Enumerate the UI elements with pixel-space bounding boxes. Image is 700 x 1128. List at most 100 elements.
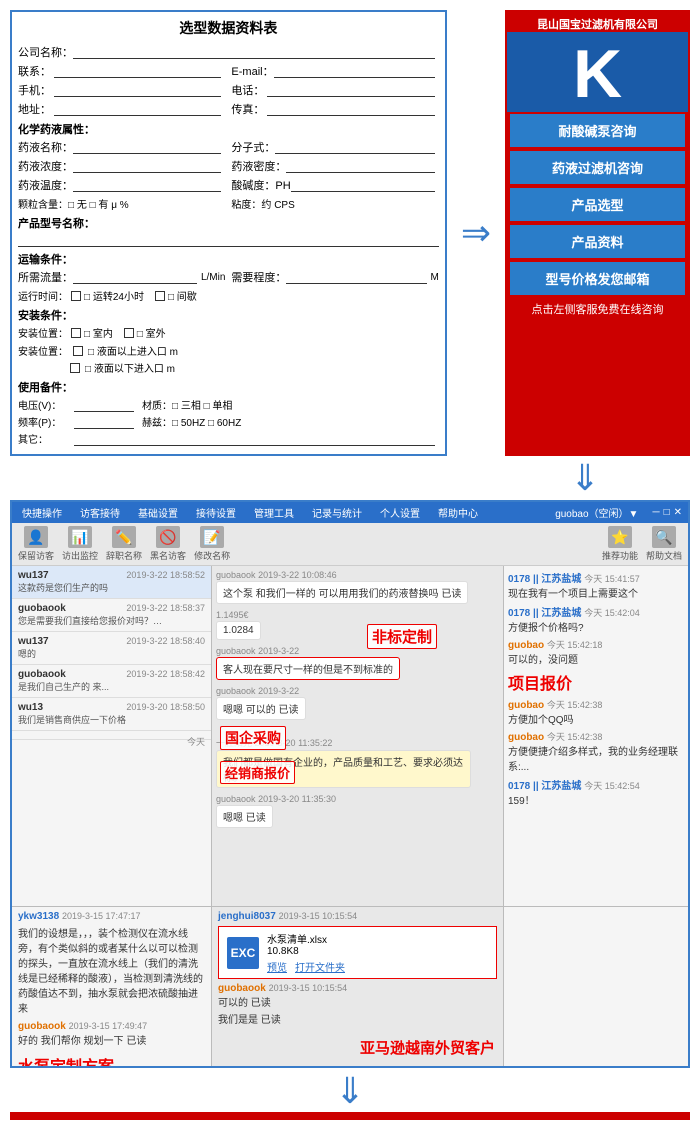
runtime-24-label: □ 运转24小时 bbox=[84, 288, 144, 303]
topbar-item-1[interactable]: 访客接待 bbox=[76, 504, 124, 521]
right-sender-1: 0178 || 江苏盐城 bbox=[508, 608, 581, 619]
chat-bottom-middle: jenghui8037 2019-3-15 10:15:54 EXC 水泵清单.… bbox=[212, 907, 503, 1066]
form-col-flow: 所需流量： L/Min bbox=[18, 269, 225, 285]
msg-sender-0: guobaook bbox=[216, 570, 256, 580]
close-icon[interactable]: ✕ bbox=[674, 507, 682, 518]
msg-3: guobaook 2019-3-22 嗯嗯 可以的 已读 bbox=[216, 686, 499, 720]
form-row-drug-mol: 药液名称： 分子式： bbox=[18, 139, 439, 155]
right-content-3: 方便加个QQ吗 bbox=[508, 711, 684, 726]
toolbar-label-recommend: 推荐功能 bbox=[602, 549, 638, 562]
email-label: E-mail： bbox=[231, 63, 273, 79]
toolbar-label-1: 访出监控 bbox=[62, 549, 98, 562]
ph-line bbox=[291, 178, 435, 192]
flow-unit: L/Min bbox=[201, 272, 225, 283]
right-msg-2: guobao 今天 15:42:18 可以的，没问题 bbox=[508, 638, 684, 666]
msg-0: guobaook 2019-3-22 10:08:46 这个泵 和我们一样的 可… bbox=[216, 570, 499, 604]
form-col-contact: 联系： bbox=[18, 63, 225, 79]
contact-time-5: 今天 bbox=[187, 735, 205, 748]
inlet-above-check[interactable] bbox=[73, 346, 83, 356]
file-info: 水泵清单.xlsx 10.8K8 预览 打开文件夹 bbox=[267, 931, 345, 974]
company-footer: 点击左侧客服免费在线咨询 bbox=[507, 297, 688, 321]
topbar-item-2[interactable]: 基础设置 bbox=[134, 504, 182, 521]
toolbar-btn-0[interactable]: 👤 保留访客 bbox=[18, 526, 54, 562]
toolbar-btn-3[interactable]: 🚫 黑名访客 bbox=[150, 526, 186, 562]
contact-2[interactable]: wu137 2019-3-22 18:58:40 嗯的 bbox=[12, 632, 211, 665]
right-time-3: 今天 15:42:38 bbox=[547, 700, 603, 710]
form-row-temp-ph: 药液温度： 酸碱度：PH bbox=[18, 177, 439, 193]
topbar-item-0[interactable]: 快捷操作 bbox=[18, 504, 66, 521]
bottom-mid-user: jenghui8037 bbox=[218, 911, 276, 922]
form-col-phone: 手机： bbox=[18, 82, 225, 98]
email-line bbox=[274, 64, 435, 78]
contact-time-3: 2019-3-22 18:58:42 bbox=[126, 669, 205, 679]
viscosity-label: 粘度：约 CPS bbox=[231, 196, 294, 211]
other-label: 其它： bbox=[18, 431, 70, 446]
right-content-0: 现在我有一个项目上需要这个 bbox=[508, 585, 684, 600]
company-k-letter: K bbox=[507, 32, 688, 112]
inlet-below-label: □ 液面以下进入口 m bbox=[85, 360, 175, 375]
contact-time-1: 2019-3-22 18:58:37 bbox=[126, 603, 205, 613]
arrow-down2-container: ⇓ bbox=[0, 1070, 700, 1112]
toolbar-btn-4[interactable]: 📝 修改名称 bbox=[194, 526, 230, 562]
msg-1: 1.1495€ 1.0284 bbox=[216, 610, 499, 640]
company-header: 昆山国宝过滤机有限公司 bbox=[507, 12, 688, 32]
mol-label: 分子式： bbox=[231, 139, 275, 155]
topbar-user[interactable]: guobao（空闲）▼ bbox=[555, 505, 638, 520]
toolbar-btn-1[interactable]: 📊 访出监控 bbox=[62, 526, 98, 562]
runtime-inter-label: □ 间歇 bbox=[168, 288, 197, 303]
inlet-below-check[interactable] bbox=[70, 363, 80, 373]
contact-0[interactable]: wu137 2019-3-22 18:58:52 这款药是您们生产的吗 bbox=[12, 566, 211, 599]
contact-1[interactable]: guobaook 2019-3-22 18:58:37 您是需要我们直接给您报价… bbox=[12, 599, 211, 632]
toolbar-btn-2[interactable]: ✏️ 辞职名称 bbox=[106, 526, 142, 562]
arrow-down2-icon: ⇓ bbox=[335, 1070, 365, 1112]
toolbar-btn-search[interactable]: 🔍 帮助文档 bbox=[646, 526, 682, 562]
menu-item-1[interactable]: 药液过滤机咨询 bbox=[510, 151, 685, 184]
usage-title: 使用备件： bbox=[18, 379, 439, 395]
menu-item-2[interactable]: 产品选型 bbox=[510, 188, 685, 221]
contact-4[interactable]: wu13 2019-3-20 18:58:50 我们是销售商供应一下价格 bbox=[12, 698, 211, 731]
bottom-mid-time2: 2019-3-15 10:15:54 bbox=[269, 983, 348, 993]
form-row-flow: 所需流量： L/Min 需要程度： M bbox=[18, 269, 439, 285]
contact-msg-4: 我们是销售商供应一下价格 bbox=[18, 713, 168, 726]
runtime-24-check[interactable] bbox=[71, 291, 81, 301]
toolbar-btn-recommend[interactable]: ⭐ 推荐功能 bbox=[602, 526, 638, 562]
right-sender-3: guobao bbox=[508, 700, 544, 711]
menu-item-0[interactable]: 耐酸碱泵咨询 bbox=[510, 114, 685, 147]
contact-label: 联系： bbox=[18, 63, 54, 79]
indoor-check[interactable] bbox=[71, 328, 81, 338]
topbar-item-4[interactable]: 管理工具 bbox=[250, 504, 298, 521]
menu-item-4[interactable]: 型号价格发您邮箱 bbox=[510, 262, 685, 295]
contact-time-4: 2019-3-20 18:58:50 bbox=[126, 702, 205, 712]
form-row-runtime: 运行时间： □ 运转24小时 □ 间歇 bbox=[18, 288, 439, 303]
runtime-inter-check[interactable] bbox=[155, 291, 165, 301]
file-type-label: EXC bbox=[231, 946, 256, 960]
topbar-item-3[interactable]: 接待设置 bbox=[192, 504, 240, 521]
company-panel: 昆山国宝过滤机有限公司 K 耐酸碱泵咨询 药液过滤机咨询 产品选型 产品资料 型… bbox=[505, 10, 690, 456]
form-col-conc: 药液浓度： bbox=[18, 158, 225, 174]
toolbar-icon-1: 📊 bbox=[68, 526, 92, 548]
contact-name-2: wu137 bbox=[18, 636, 49, 647]
bottom-mid-user2: guobaook bbox=[218, 983, 266, 994]
contact-5[interactable]: 今天 bbox=[12, 731, 211, 740]
fax-label: 传真： bbox=[231, 101, 267, 117]
maximize-icon[interactable]: □ bbox=[664, 507, 670, 518]
voltage-label: 电压(V)： bbox=[18, 397, 70, 412]
contact-time-2: 2019-3-22 18:58:40 bbox=[126, 636, 205, 646]
topbar-item-6[interactable]: 个人设置 bbox=[376, 504, 424, 521]
file-open-link[interactable]: 打开文件夹 bbox=[295, 959, 345, 974]
topbar-item-5[interactable]: 记录与统计 bbox=[308, 504, 366, 521]
topbar-item-7[interactable]: 帮助中心 bbox=[434, 504, 482, 521]
menu-item-3[interactable]: 产品资料 bbox=[510, 225, 685, 258]
chat-topbar: 快捷操作 访客接待 基础设置 接待设置 管理工具 记录与统计 个人设置 帮助中心… bbox=[12, 502, 688, 523]
distance-line bbox=[286, 270, 426, 284]
transport-title: 运输条件： bbox=[18, 251, 439, 267]
contact-3[interactable]: guobaook 2019-3-22 18:58:42 是我们自己生产的 来..… bbox=[12, 665, 211, 698]
file-preview-link[interactable]: 预览 bbox=[267, 959, 287, 974]
outdoor-check[interactable] bbox=[124, 328, 134, 338]
file-attachment: EXC 水泵清单.xlsx 10.8K8 预览 打开文件夹 bbox=[218, 926, 497, 979]
msg-sender-3: guobaook bbox=[216, 686, 256, 696]
chat-right-messages: 0178 || 江苏盐城 今天 15:41:57 现在我有一个项目上需要这个 0… bbox=[503, 566, 688, 906]
form-row-contact-email: 联系： E-mail： bbox=[18, 63, 439, 79]
right-content-1: 方便报个价格吗? bbox=[508, 619, 684, 634]
minimize-icon[interactable]: ─ bbox=[652, 507, 659, 518]
